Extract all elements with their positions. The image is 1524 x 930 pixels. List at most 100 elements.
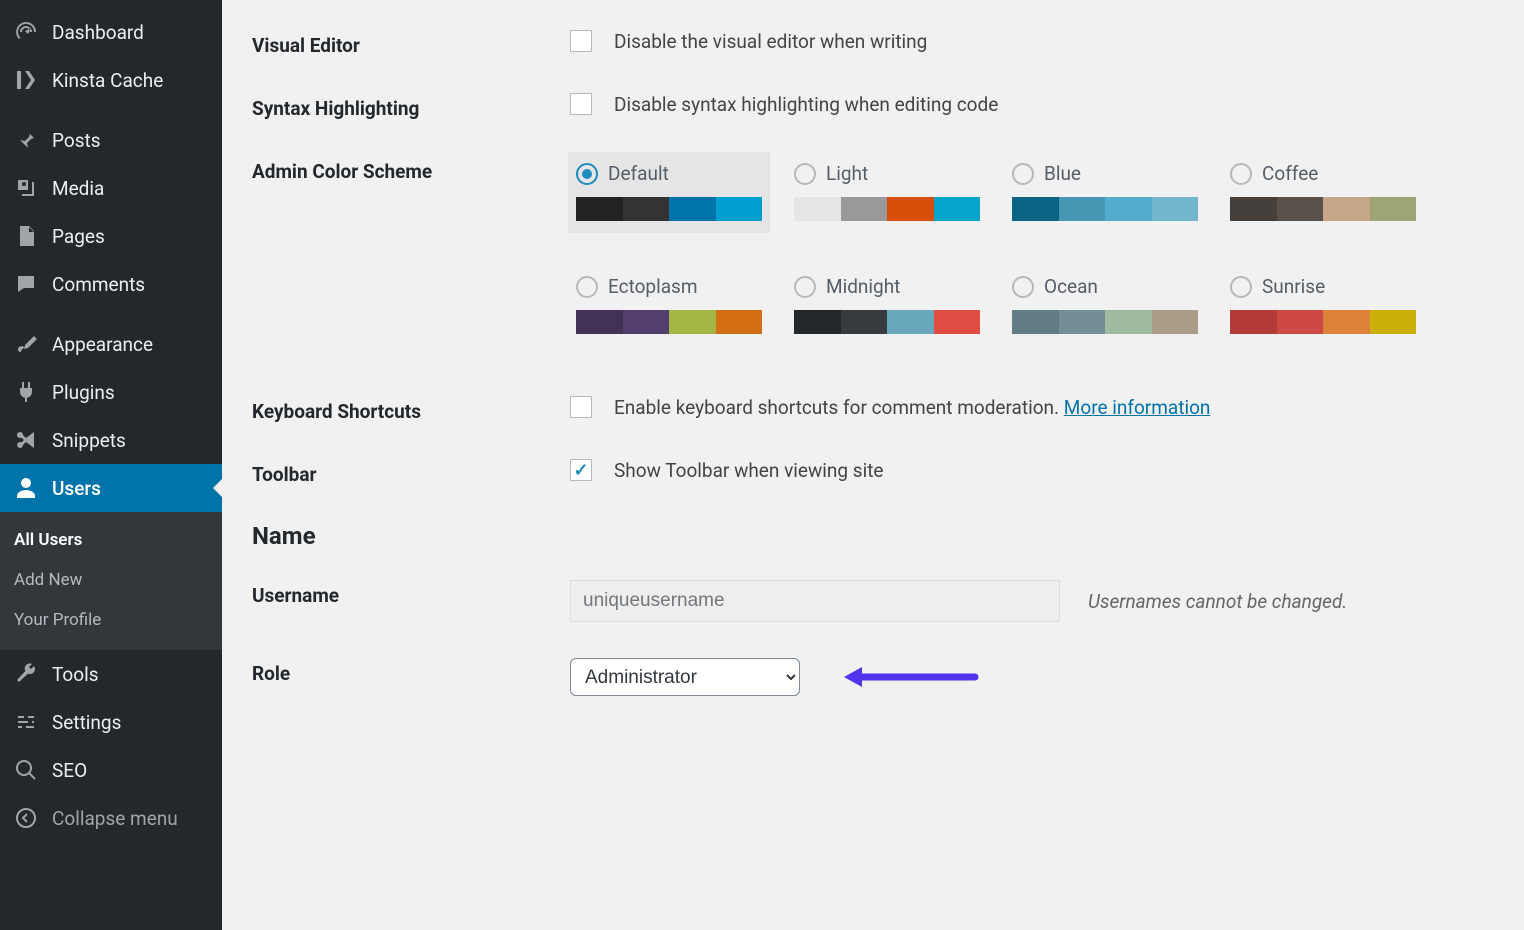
scheme-coffee[interactable]: Coffee [1224, 156, 1422, 229]
sidebar-label: Plugins [52, 381, 115, 404]
sidebar-item-plugins[interactable]: Plugins [0, 368, 222, 416]
label-shortcuts: Keyboard Shortcuts [252, 396, 570, 423]
page-icon [14, 224, 38, 248]
user-icon [14, 476, 38, 500]
text-toolbar: Show Toolbar when viewing site [614, 459, 883, 482]
scheme-sunrise[interactable]: Sunrise [1224, 269, 1422, 340]
sidebar-item-media[interactable]: Media [0, 164, 222, 212]
scheme-name: Sunrise [1262, 275, 1325, 298]
scheme-name: Ectoplasm [608, 275, 698, 298]
scheme-midnight[interactable]: Midnight [788, 269, 986, 340]
sliders-icon [14, 710, 38, 734]
radio-icon [1230, 163, 1252, 185]
sidebar-label: Appearance [52, 333, 153, 356]
sidebar-label: Tools [52, 663, 99, 686]
sidebar-item-dashboard[interactable]: Dashboard [0, 8, 222, 56]
media-icon [14, 176, 38, 200]
sidebar-item-seo[interactable]: SEO [0, 746, 222, 794]
sidebar-item-kinsta-cache[interactable]: Kinsta Cache [0, 56, 222, 104]
scheme-name: Ocean [1044, 275, 1098, 298]
link-more-info[interactable]: More information [1064, 396, 1211, 419]
scheme-name: Coffee [1262, 162, 1318, 185]
radio-icon [794, 163, 816, 185]
label-role: Role [252, 658, 570, 685]
admin-sidebar: Dashboard Kinsta Cache Posts Media Pages… [0, 0, 222, 930]
label-visual-editor: Visual Editor [252, 30, 570, 57]
sidebar-item-appearance[interactable]: Appearance [0, 320, 222, 368]
color-swatches [1230, 197, 1416, 221]
sidebar-label: Media [52, 177, 104, 200]
sidebar-label: Kinsta Cache [52, 69, 163, 92]
sidebar-item-settings[interactable]: Settings [0, 698, 222, 746]
radio-icon [794, 276, 816, 298]
submenu-your-profile[interactable]: Your Profile [0, 600, 222, 640]
checkbox-shortcuts[interactable] [570, 396, 592, 418]
sidebar-item-comments[interactable]: Comments [0, 260, 222, 308]
wrench-icon [14, 662, 38, 686]
color-swatches [794, 197, 980, 221]
sidebar-label: Posts [52, 129, 101, 152]
comment-icon [14, 272, 38, 296]
scheme-default[interactable]: Default [568, 152, 770, 233]
scheme-name: Blue [1044, 162, 1081, 185]
sidebar-item-tools[interactable]: Tools [0, 650, 222, 698]
sidebar-label: Settings [52, 711, 121, 734]
color-swatches [794, 310, 980, 334]
text-shortcuts: Enable keyboard shortcuts for comment mo… [614, 396, 1210, 419]
color-swatches [576, 310, 762, 334]
collapse-menu[interactable]: Collapse menu [0, 794, 222, 842]
pin-icon [14, 128, 38, 152]
section-name: Name [252, 522, 1494, 550]
radio-icon [1012, 163, 1034, 185]
username-input [570, 580, 1060, 622]
color-swatches [1012, 197, 1198, 221]
username-note: Usernames cannot be changed. [1088, 590, 1347, 613]
scheme-name: Midnight [826, 275, 900, 298]
annotation-arrow-icon [840, 663, 980, 691]
sidebar-item-posts[interactable]: Posts [0, 116, 222, 164]
kinsta-icon [14, 68, 38, 92]
search-icon [14, 758, 38, 782]
submenu-all-users[interactable]: All Users [0, 520, 222, 560]
label-color-scheme: Admin Color Scheme [252, 156, 570, 183]
gauge-icon [14, 20, 38, 44]
sidebar-label: Users [52, 477, 101, 500]
sidebar-label: Comments [52, 273, 145, 296]
sidebar-label: Pages [52, 225, 105, 248]
text-syntax: Disable syntax highlighting when editing… [614, 93, 998, 116]
label-toolbar: Toolbar [252, 459, 570, 486]
sidebar-label: Dashboard [52, 21, 144, 44]
scissors-icon [14, 428, 38, 452]
sidebar-item-users[interactable]: Users [0, 464, 222, 512]
checkbox-toolbar[interactable] [570, 459, 592, 481]
radio-icon [1230, 276, 1252, 298]
color-swatches [1012, 310, 1198, 334]
scheme-blue[interactable]: Blue [1006, 156, 1204, 229]
color-swatches [576, 197, 762, 221]
main-content: Visual Editor Disable the visual editor … [222, 0, 1524, 930]
sidebar-label: SEO [52, 759, 87, 782]
label-syntax: Syntax Highlighting [252, 93, 570, 120]
label-username: Username [252, 580, 570, 607]
checkbox-visual-editor[interactable] [570, 30, 592, 52]
sidebar-label: Snippets [52, 429, 126, 452]
collapse-icon [14, 806, 38, 830]
scheme-ectoplasm[interactable]: Ectoplasm [570, 269, 768, 340]
text-visual-editor: Disable the visual editor when writing [614, 30, 927, 53]
scheme-name: Light [826, 162, 868, 185]
sidebar-item-snippets[interactable]: Snippets [0, 416, 222, 464]
submenu-add-new[interactable]: Add New [0, 560, 222, 600]
radio-icon [576, 276, 598, 298]
checkbox-syntax[interactable] [570, 93, 592, 115]
users-submenu: All Users Add New Your Profile [0, 512, 222, 650]
color-swatches [1230, 310, 1416, 334]
collapse-label: Collapse menu [52, 807, 178, 830]
scheme-ocean[interactable]: Ocean [1006, 269, 1204, 340]
color-scheme-grid: Default Light Blue Coffee Ectoplasm Midnight O… [570, 156, 1422, 340]
radio-icon [1012, 276, 1034, 298]
role-select[interactable]: Administrator [570, 658, 800, 696]
radio-icon [576, 163, 598, 185]
sidebar-item-pages[interactable]: Pages [0, 212, 222, 260]
scheme-name: Default [608, 162, 669, 185]
scheme-light[interactable]: Light [788, 156, 986, 229]
